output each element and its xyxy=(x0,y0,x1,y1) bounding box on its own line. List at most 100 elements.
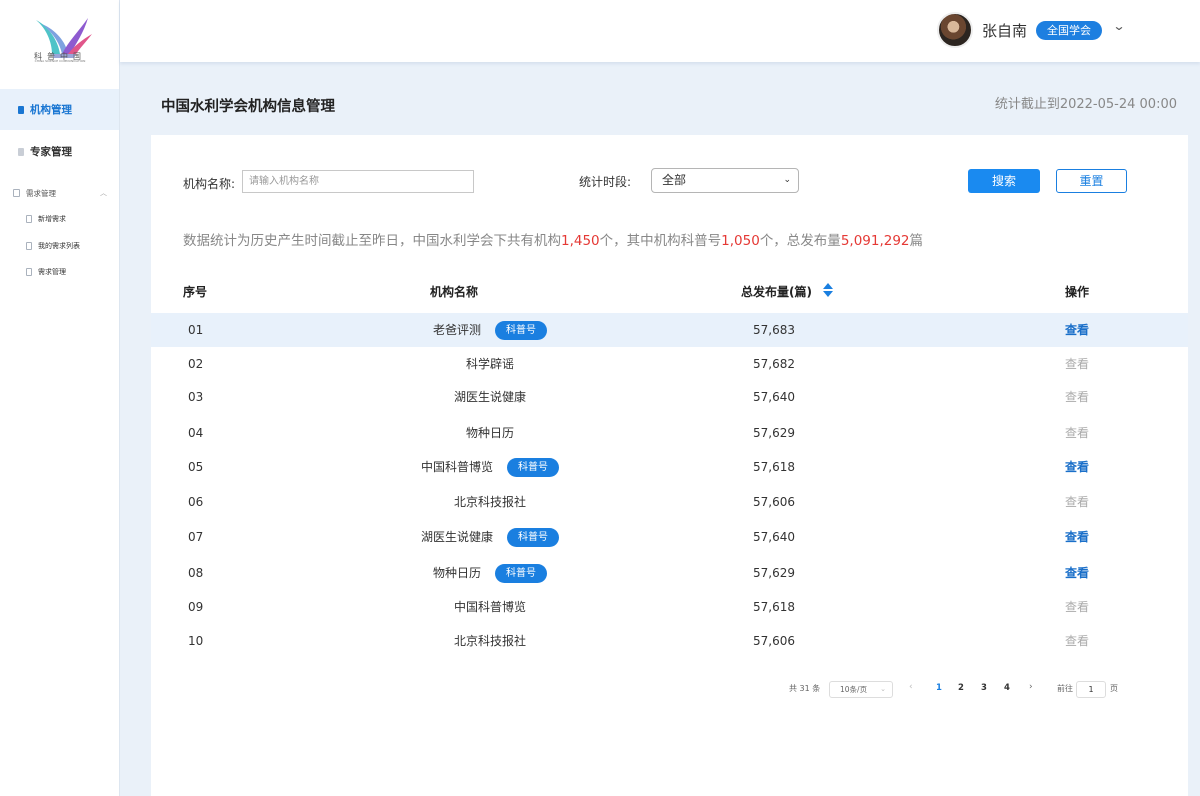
org-name: 北京科技报社 xyxy=(453,634,526,648)
prev-page-button[interactable]: ‹ xyxy=(909,682,913,692)
cell-no: 10 xyxy=(188,634,204,648)
view-button[interactable]: 查看 xyxy=(1065,624,1089,658)
table-row[interactable]: 02 科学辟谣 57,682 查看 xyxy=(151,347,1188,381)
kepu-count: 1,050 xyxy=(721,233,760,249)
view-button[interactable]: 查看 xyxy=(1065,450,1089,484)
sidebar-item-my-demands[interactable]: 我的需求列表 xyxy=(0,239,119,253)
logo-subtext: CHINA SCIENCE COMMUNICATION xyxy=(34,59,86,63)
table-row[interactable]: 06 北京科技报社 57,606 查看 xyxy=(151,485,1188,519)
role-badge: 全国学会 xyxy=(1036,21,1102,40)
period-select-value: 全部 xyxy=(662,173,687,187)
summary-part: 个，其中机构科普号 xyxy=(599,233,722,249)
summary-text: 数据统计为历史产生时间截止至昨日，中国水利学会下共有机构1,450个，其中机构科… xyxy=(183,229,923,249)
page-size-select[interactable]: 10条/页 ⌄ xyxy=(829,681,893,698)
org-name: 湖医生说健康 xyxy=(420,530,493,544)
cell-name: 物种日历 xyxy=(402,416,578,450)
view-button[interactable]: 查看 xyxy=(1065,485,1089,519)
col-header-no: 序号 xyxy=(183,285,208,299)
table-row[interactable]: 04 物种日历 57,629 查看 xyxy=(151,416,1188,450)
username: 张自南 xyxy=(982,22,1028,40)
view-button[interactable]: 查看 xyxy=(1065,520,1089,554)
sidebar: 科普中国 CHINA SCIENCE COMMUNICATION 机构管理 专家… xyxy=(0,0,120,796)
cell-no: 04 xyxy=(188,426,204,440)
pagination-total: 共 31 条 xyxy=(789,684,821,693)
cell-name: 中国科普博览 科普号 xyxy=(402,450,578,484)
view-button[interactable]: 查看 xyxy=(1065,313,1089,347)
cell-name: 老爸评测 科普号 xyxy=(402,313,578,347)
table-row[interactable]: 05 中国科普博览 科普号 57,618 查看 xyxy=(151,450,1188,484)
chevron-down-icon: ⌄ xyxy=(783,175,791,185)
sidebar-group-demand[interactable]: 需求管理 ︿ xyxy=(0,186,119,200)
cell-total: 57,606 xyxy=(753,495,795,509)
cell-total: 57,606 xyxy=(753,634,795,648)
sort-icon[interactable] xyxy=(823,283,833,297)
org-name: 中国科普博览 xyxy=(453,600,526,614)
table-row[interactable]: 08 物种日历 科普号 57,629 查看 xyxy=(151,556,1188,590)
goto-suffix: 页 xyxy=(1110,684,1118,693)
cell-total: 57,640 xyxy=(753,530,795,544)
goto-page-input[interactable]: 1 xyxy=(1076,681,1106,698)
cell-no: 07 xyxy=(188,530,204,544)
view-button[interactable]: 查看 xyxy=(1065,556,1089,590)
col-header-action: 操作 xyxy=(1065,285,1090,299)
period-select[interactable]: 全部 ⌄ xyxy=(651,168,799,193)
main-card: 机构名称: 统计时段: 全部 ⌄ 搜索 重置 数据统计为历史产生时间截止至昨日，… xyxy=(151,135,1188,796)
sidebar-item-label: 新增需求 xyxy=(38,215,66,223)
sidebar-item-expert-management[interactable]: 专家管理 xyxy=(0,131,119,172)
search-button[interactable]: 搜索 xyxy=(968,169,1040,193)
cell-no: 05 xyxy=(188,460,204,474)
page-button-2[interactable]: 2 xyxy=(958,683,964,693)
summary-part: 数据统计为历史产生时间截止至昨日，中国水利学会下共有机构 xyxy=(183,233,561,249)
next-page-button[interactable]: › xyxy=(1029,682,1033,692)
sidebar-item-org-management[interactable]: 机构管理 xyxy=(0,89,119,130)
cell-total: 57,629 xyxy=(753,566,795,580)
cell-name: 科学辟谣 xyxy=(402,347,578,381)
org-name-input[interactable] xyxy=(242,170,474,193)
form-icon xyxy=(13,189,20,197)
page-button-1[interactable]: 1 xyxy=(936,683,942,693)
topbar: 张自南 全国学会 ⌄ xyxy=(120,0,1200,62)
sidebar-group-label: 需求管理 xyxy=(26,188,56,198)
sidebar-item-new-demand[interactable]: 新增需求 xyxy=(0,212,119,226)
org-name: 老爸评测 xyxy=(432,323,481,337)
cell-name: 北京科技报社 xyxy=(402,485,578,519)
org-name: 物种日历 xyxy=(465,426,514,440)
view-button[interactable]: 查看 xyxy=(1065,380,1089,414)
page-size-value: 10条/页 xyxy=(840,685,868,694)
table-row[interactable]: 10 北京科技报社 57,606 查看 xyxy=(151,624,1188,658)
cell-total: 57,683 xyxy=(753,323,795,337)
table-row[interactable]: 07 湖医生说健康 科普号 57,640 查看 xyxy=(151,520,1188,554)
reset-button[interactable]: 重置 xyxy=(1056,169,1127,193)
avatar[interactable] xyxy=(937,12,973,48)
org-count: 1,450 xyxy=(561,233,600,249)
cell-total: 57,629 xyxy=(753,426,795,440)
table-row[interactable]: 03 湖医生说健康 57,640 查看 xyxy=(151,380,1188,414)
view-button[interactable]: 查看 xyxy=(1065,416,1089,450)
sidebar-item-label: 我的需求列表 xyxy=(38,242,80,250)
period-label: 统计时段: xyxy=(579,175,632,189)
sidebar-item-label: 专家管理 xyxy=(30,146,72,158)
cell-total: 57,618 xyxy=(753,600,795,614)
page-button-3[interactable]: 3 xyxy=(981,683,987,693)
cell-name: 湖医生说健康 xyxy=(402,380,578,414)
sidebar-item-label: 机构管理 xyxy=(30,104,72,116)
view-button[interactable]: 查看 xyxy=(1065,347,1089,381)
page-button-4[interactable]: 4 xyxy=(1004,683,1010,693)
org-name-label: 机构名称: xyxy=(183,177,236,191)
list-doc-icon xyxy=(26,242,32,250)
cell-total: 57,640 xyxy=(753,390,795,404)
col-header-total[interactable]: 总发布量(篇) xyxy=(741,283,812,300)
document-icon xyxy=(18,147,24,156)
sidebar-item-demand-management[interactable]: 需求管理 xyxy=(0,265,119,279)
stat-date: 统计截止到2022-05-24 00:00 xyxy=(994,97,1177,112)
goto-label: 前往 xyxy=(1057,684,1073,693)
view-button[interactable]: 查看 xyxy=(1065,590,1089,624)
cell-no: 06 xyxy=(188,495,204,509)
document-icon xyxy=(18,105,24,114)
chevron-down-icon[interactable]: ⌄ xyxy=(1112,19,1125,33)
summary-part: 个，总发布量 xyxy=(759,233,841,249)
table-row[interactable]: 01 老爸评测 科普号 57,683 查看 xyxy=(151,313,1188,347)
cell-no: 01 xyxy=(188,323,204,337)
kepu-tag: 科普号 xyxy=(495,320,547,340)
table-row[interactable]: 09 中国科普博览 57,618 查看 xyxy=(151,590,1188,624)
